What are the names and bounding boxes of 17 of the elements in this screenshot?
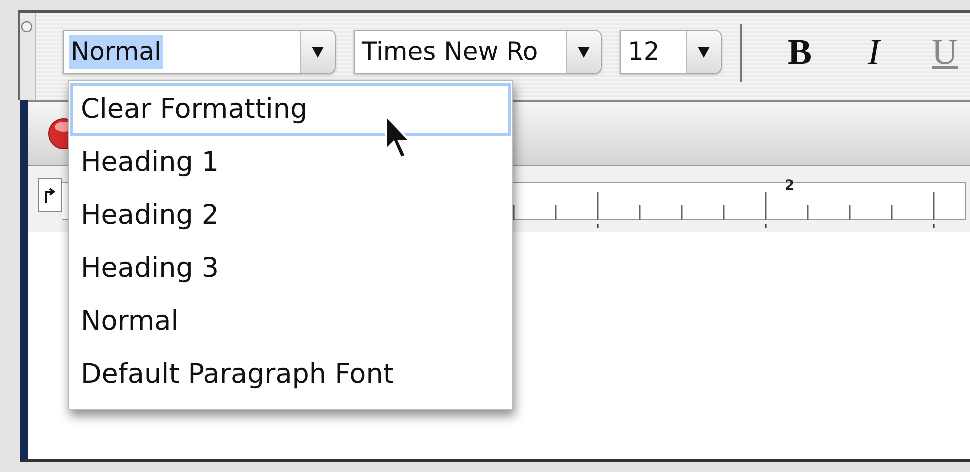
style-dropdown[interactable]: Normal: [62, 30, 336, 74]
italic-button[interactable]: I: [856, 32, 892, 72]
menu-item[interactable]: Heading 3: [70, 242, 511, 295]
menu-item[interactable]: Heading 1: [70, 136, 511, 189]
tab-stop-button[interactable]: [38, 178, 62, 212]
bold-button[interactable]: B: [776, 32, 824, 72]
caret-icon: [576, 45, 591, 59]
ruler-number: 2: [785, 178, 795, 194]
font-dropdown[interactable]: Times New Ro: [354, 30, 602, 74]
caret-icon: [310, 45, 325, 59]
menu-item[interactable]: Normal: [70, 295, 511, 348]
menu-item[interactable]: Heading 2: [70, 189, 511, 242]
tab-stop-icon: [44, 187, 56, 203]
size-dropdown[interactable]: 12: [620, 30, 722, 74]
menu-item[interactable]: Clear Formatting: [70, 83, 511, 136]
caret-icon: [696, 45, 711, 59]
menu-item[interactable]: Default Paragraph Font: [70, 348, 511, 401]
